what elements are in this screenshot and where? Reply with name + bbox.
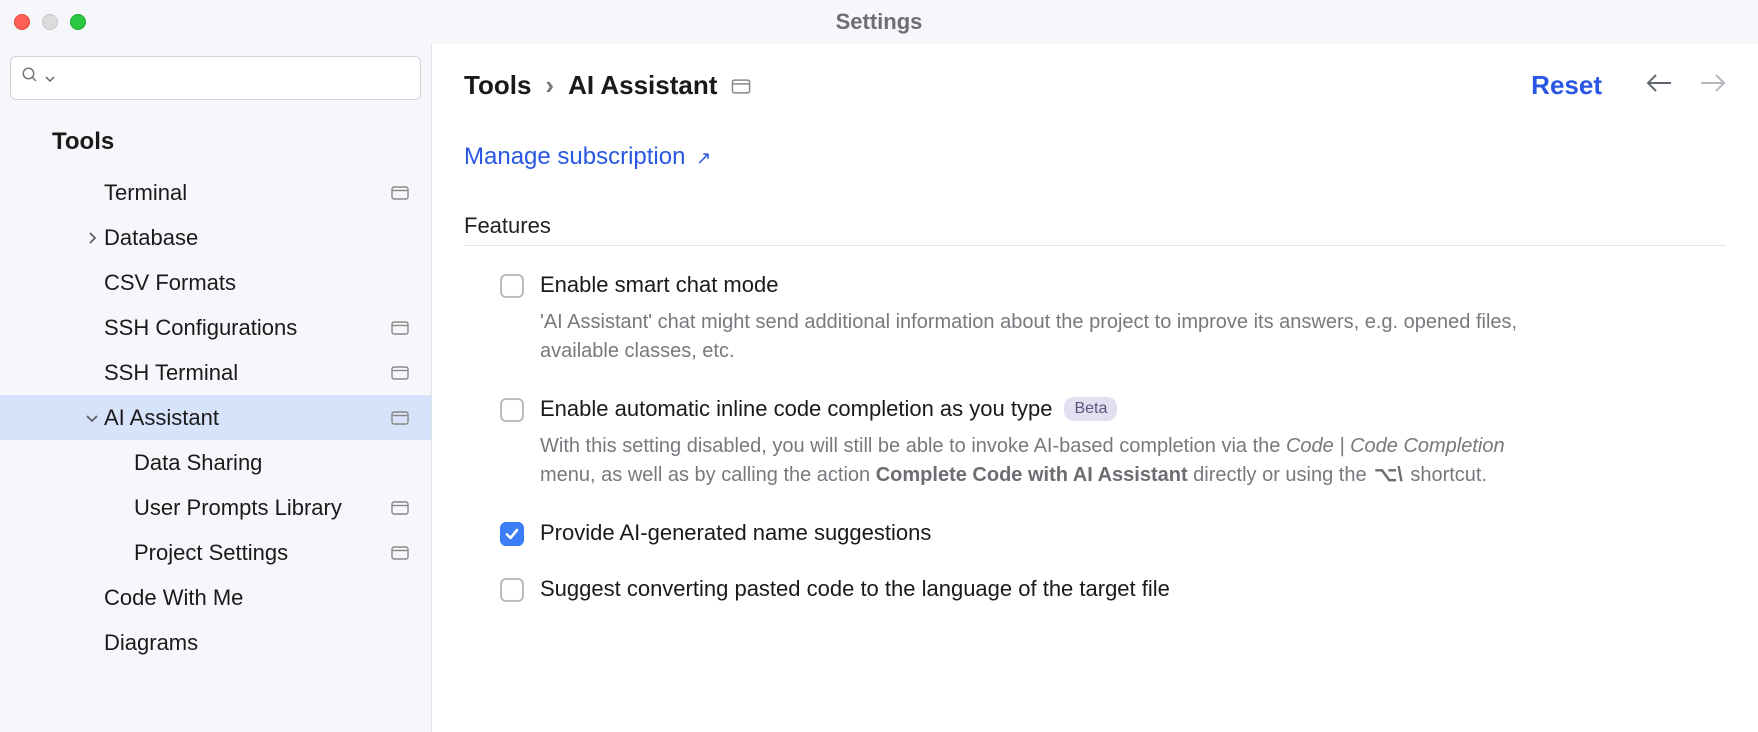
sidebar-item-label: User Prompts Library — [134, 495, 391, 521]
settings-tree: Tools Terminal Database CSV Fo — [0, 108, 431, 665]
breadcrumb-root[interactable]: Tools — [464, 70, 531, 101]
sidebar-item-user-prompts-library[interactable]: User Prompts Library — [0, 485, 431, 530]
sidebar-item-ssh-terminal[interactable]: SSH Terminal — [0, 350, 431, 395]
sidebar-item-label: SSH Terminal — [104, 360, 391, 386]
option-smart-chat: Enable smart chat mode 'AI Assistant' ch… — [464, 272, 1726, 366]
titlebar: Settings — [0, 0, 1758, 44]
project-scope-icon — [391, 360, 409, 386]
desc-part: menu, as well as by calling the action — [540, 464, 876, 486]
chevron-right-icon — [80, 232, 104, 244]
option-inline-completion: Enable automatic inline code completion … — [464, 396, 1726, 490]
checkbox-inline-completion[interactable] — [500, 398, 524, 422]
option-title[interactable]: Enable automatic inline code completion … — [540, 396, 1726, 422]
desc-part: shortcut. — [1405, 464, 1487, 486]
project-scope-icon — [391, 180, 409, 206]
sidebar-item-terminal[interactable]: Terminal — [0, 170, 431, 215]
sidebar-item-label: Database — [104, 225, 417, 251]
checkbox-convert-pasted[interactable] — [500, 578, 524, 602]
section-title-features: Features — [464, 213, 1726, 246]
sidebar-item-ai-assistant[interactable]: AI Assistant — [0, 395, 431, 440]
project-scope-icon — [391, 540, 409, 566]
sidebar-item-diagrams[interactable]: Diagrams — [0, 620, 431, 665]
option-title[interactable]: Provide AI-generated name suggestions — [540, 520, 1726, 546]
manage-subscription-link[interactable]: Manage subscription ↗ — [464, 143, 711, 170]
option-title-text: Provide AI-generated name suggestions — [540, 520, 931, 546]
settings-sidebar: Tools Terminal Database CSV Fo — [0, 44, 432, 732]
tree-section-tools[interactable]: Tools — [0, 118, 431, 170]
search-input[interactable] — [61, 68, 410, 89]
checkbox-name-suggestions[interactable] — [500, 522, 524, 546]
desc-part: With this setting disabled, you will sti… — [540, 435, 1286, 457]
minimize-window-button[interactable] — [42, 14, 58, 30]
option-description: With this setting disabled, you will sti… — [540, 432, 1550, 490]
menu-path: Code | Code Completion — [1286, 435, 1505, 457]
sidebar-item-csv-formats[interactable]: CSV Formats — [0, 260, 431, 305]
search-history-icon[interactable] — [45, 67, 55, 90]
window-controls — [14, 14, 86, 30]
sidebar-item-label: Terminal — [104, 180, 391, 206]
settings-main-panel: Tools › AI Assistant Reset — [432, 44, 1758, 732]
sidebar-item-database[interactable]: Database — [0, 215, 431, 260]
option-description: 'AI Assistant' chat might send additiona… — [540, 308, 1550, 366]
desc-part: directly or using the — [1188, 464, 1373, 486]
sidebar-item-label: Project Settings — [134, 540, 391, 566]
sidebar-item-label: SSH Configurations — [104, 315, 391, 341]
option-title-text: Suggest converting pasted code to the la… — [540, 576, 1170, 602]
breadcrumb-separator: › — [545, 70, 554, 101]
external-link-icon: ↗ — [696, 148, 711, 168]
keyboard-shortcut: ⌥\ — [1372, 461, 1405, 490]
sidebar-item-data-sharing[interactable]: Data Sharing — [0, 440, 431, 485]
sidebar-item-ssh-configurations[interactable]: SSH Configurations — [0, 305, 431, 350]
option-title[interactable]: Suggest converting pasted code to the la… — [540, 576, 1726, 602]
nav-forward-button — [1700, 74, 1726, 98]
window-title: Settings — [836, 9, 923, 35]
project-scope-icon — [391, 315, 409, 341]
nav-back-button[interactable] — [1646, 74, 1672, 98]
option-title-text: Enable smart chat mode — [540, 272, 778, 298]
sidebar-item-label: Code With Me — [104, 585, 417, 611]
option-convert-pasted: Suggest converting pasted code to the la… — [464, 576, 1726, 602]
option-name-suggestions: Provide AI-generated name suggestions — [464, 520, 1726, 546]
project-scope-icon — [391, 405, 409, 431]
maximize-window-button[interactable] — [70, 14, 86, 30]
action-name: Complete Code with AI Assistant — [876, 464, 1188, 486]
checkbox-smart-chat[interactable] — [500, 274, 524, 298]
breadcrumb: Tools › AI Assistant — [464, 70, 751, 101]
chevron-down-icon — [80, 413, 104, 423]
nav-arrows — [1646, 74, 1726, 98]
sidebar-item-label: Data Sharing — [134, 450, 417, 476]
option-title-text: Enable automatic inline code completion … — [540, 396, 1052, 422]
search-box[interactable] — [10, 56, 421, 100]
close-window-button[interactable] — [14, 14, 30, 30]
beta-badge: Beta — [1064, 397, 1117, 421]
sidebar-item-code-with-me[interactable]: Code With Me — [0, 575, 431, 620]
sidebar-item-label: Diagrams — [104, 630, 417, 656]
link-label: Manage subscription — [464, 143, 685, 170]
breadcrumb-leaf: AI Assistant — [568, 70, 717, 101]
project-scope-icon — [731, 70, 751, 101]
sidebar-item-label: CSV Formats — [104, 270, 417, 296]
sidebar-item-label: AI Assistant — [104, 405, 391, 431]
option-title[interactable]: Enable smart chat mode — [540, 272, 1726, 298]
project-scope-icon — [391, 495, 409, 521]
reset-button[interactable]: Reset — [1531, 70, 1602, 101]
sidebar-item-project-settings[interactable]: Project Settings — [0, 530, 431, 575]
search-icon — [21, 66, 39, 90]
